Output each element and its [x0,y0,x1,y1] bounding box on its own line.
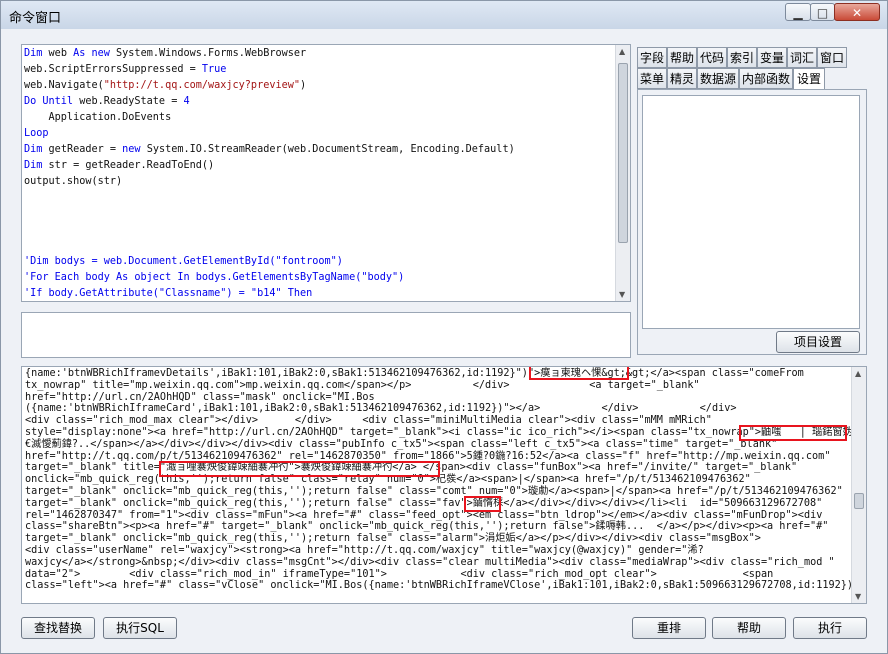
code-token: True [201,64,227,75]
output-line: data="2"> <div class="rich_mod_in" ifram… [25,568,774,580]
code-token: Application.DoEvents [24,112,172,123]
output-scroll-thumb[interactable] [854,493,864,509]
tab-menu[interactable]: 菜单 [637,68,667,89]
output-line: target="_blank" onclick="mb_quick_reg(th… [25,497,823,509]
code-token: "http://t.qq.com/waxjcy?preview" [103,80,301,91]
tab-code[interactable]: 代码 [697,47,727,68]
settings-list[interactable] [642,95,860,329]
minimize-button[interactable]: ▁ [785,3,811,21]
output-line: <div class="rich_mod_max clear"></div> <… [25,415,712,427]
rearrange-button[interactable]: 重排 [632,617,706,639]
code-token: str = getReader.ReadToEnd() [48,160,215,171]
scroll-down-icon[interactable]: ▼ [619,290,625,299]
tab-help[interactable]: 帮助 [667,47,697,68]
output-line: class="shareBtn"><p><a href="#" target="… [25,521,829,533]
find-replace-button[interactable]: 查找替换 [21,617,95,639]
code-token: output.show(str) [24,176,123,187]
close-button[interactable]: ✕ [834,3,880,21]
output-line: href="http://url.cn/2AOhHQD" class="mask… [25,391,375,403]
tab-datasource[interactable]: 数据源 [697,68,739,89]
output-line: waxjcy</a></strong>&nbsp;</div><div clas… [25,556,835,568]
tab-window[interactable]: 窗口 [817,47,847,68]
code-line: Dim web As new System.Windows.Forms.WebB… [24,46,614,62]
code-token: Dim [24,144,49,155]
code-token: web [48,48,74,59]
code-token: System.Windows.Forms.WebBrowser [116,48,307,59]
tab-fields[interactable]: 字段 [637,47,667,68]
code-token: 'For Each body As object In bodys.GetEle… [24,272,405,283]
tab-vocabulary[interactable]: 词汇 [787,47,817,68]
code-line: Dim str = getReader.ReadToEnd() [24,158,614,174]
tab-wizard[interactable]: 精灵 [667,68,697,89]
output-line: tx_nowrap" title="mp.weixin.qq.com">mp.w… [25,379,700,391]
help-button[interactable]: 帮助 [712,617,786,639]
code-line: 'If body.GetAttribute("Classname") = "b1… [24,286,614,301]
code-line: Loop [24,126,614,142]
code-editor[interactable]: Dim web As new System.Windows.Forms.WebB… [21,44,631,302]
output-line: <div class="userName" rel="waxjcy"><stro… [25,544,704,556]
highlight-box [529,367,629,380]
highlight-box [464,496,501,512]
settings-panel: 项目设置 [637,89,867,355]
code-line: output.show(str) [24,174,614,190]
scroll-up-icon[interactable]: ▲ [619,47,625,56]
maximize-button[interactable]: □ [810,3,835,21]
output-pane[interactable]: {name:'btnWBRichIframevDetails',iBak1:10… [21,366,867,604]
code-token: getReader = [48,144,123,155]
code-token: Dim [24,48,49,59]
code-token: System.IO.StreamReader(web.DocumentStrea… [146,144,515,155]
editor-scrollbar[interactable]: ▲ ▼ [615,45,630,301]
code-line: web.ScriptErrorsSuppressed = True [24,62,614,78]
code-token: Dim [24,160,49,171]
highlight-box [739,425,847,441]
exec-sql-button[interactable]: 执行SQL [103,617,177,639]
title-bar[interactable]: 命令窗口 ▁ □ ✕ [1,1,887,29]
scroll-down-icon[interactable]: ▼ [855,592,861,601]
tab-index[interactable]: 索引 [727,47,757,68]
code-token: ) [300,80,307,91]
code-token: Do Until [24,96,80,107]
output-line: style="display:none"><a href="http://url… [25,426,853,438]
code-line: web.Navigate("http://t.qq.com/waxjcy?pre… [24,78,614,94]
code-line: 'Dim bodys = web.Document.GetElementById… [24,254,614,270]
code-token: web.ScriptErrorsSuppressed = [24,64,202,75]
output-line: ({name:'btnWBRichIframeCard',iBak1:101,i… [25,403,737,415]
output-line: target="_blank" onclick="mb_quick_reg(th… [25,533,761,545]
execute-button[interactable]: 执行 [793,617,867,639]
code-token: web.Navigate( [24,80,104,91]
output-text[interactable]: {name:'btnWBRichIframevDetails',iBak1:10… [25,368,860,592]
input-textbox[interactable] [21,312,631,358]
output-line: target="_blank" onclick="mb_quick_reg(th… [25,485,843,497]
output-line: rel="1462870347" from="1"><div class="mF… [25,509,823,521]
output-line: {name:'btnWBRichIframevDetails',iBak1:10… [25,368,804,379]
output-line: class="left"><a href="#" class="vClose" … [25,580,860,592]
tab-settings[interactable]: 设置 [793,68,825,90]
code-token: 'If body.GetAttribute("Classname") = "b1… [24,288,313,299]
window-title: 命令窗口 [9,11,62,26]
code-line: Do Until web.ReadyState = 4 [24,94,614,110]
output-line: €滅懓薊鍏?..</span></a></div></div></div><di… [25,438,778,450]
code-line: Dim getReader = new System.IO.StreamRead… [24,142,614,158]
code-token: 'Dim bodys = web.Document.GetElementById… [24,256,343,267]
project-settings-button[interactable]: 项目设置 [776,331,860,353]
tab-internal-functions[interactable]: 内部函数 [739,68,793,89]
tab-variables[interactable]: 变量 [757,47,787,68]
command-window: 命令窗口 ▁ □ ✕ Dim web As new System.Windows… [0,0,888,654]
highlight-box [159,461,440,477]
code-token: 4 [183,96,190,107]
scroll-up-icon[interactable]: ▲ [855,369,861,378]
code-token: new [122,144,147,155]
code-token: As new [73,48,117,59]
code-text[interactable]: Dim web As new System.Windows.Forms.WebB… [24,46,614,301]
code-line: Application.DoEvents [24,110,614,126]
code-token: Loop [24,128,49,139]
editor-scroll-thumb[interactable] [618,63,628,243]
output-scrollbar[interactable]: ▲ ▼ [851,367,866,603]
code-token: web.ReadyState = [79,96,184,107]
code-line: 'For Each body As object In bodys.GetEle… [24,270,614,286]
